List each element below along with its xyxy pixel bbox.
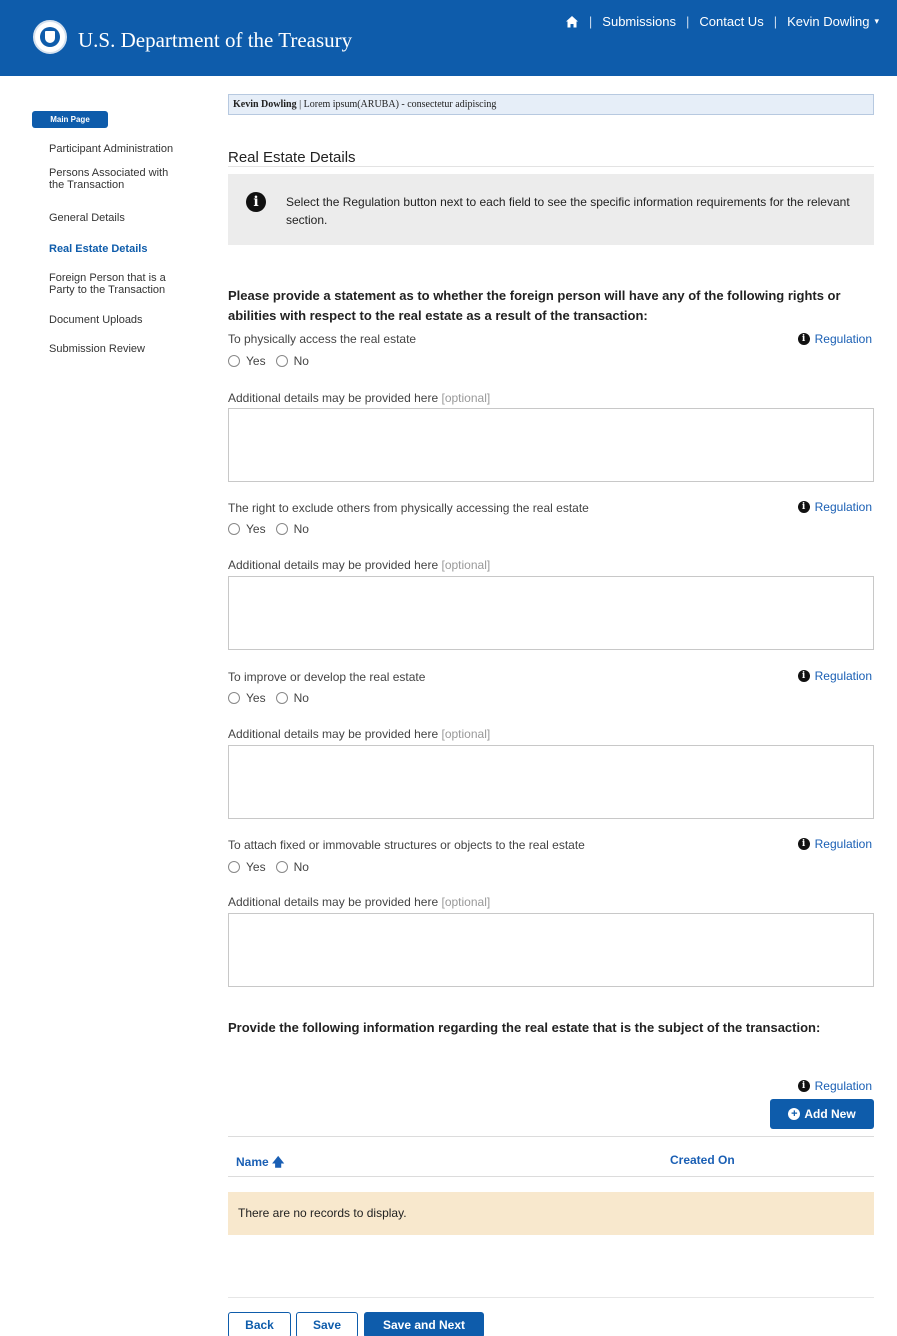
divider bbox=[228, 166, 874, 167]
info-text: Select the Regulation button next to eac… bbox=[286, 195, 850, 227]
statement-heading: Please provide a statement as to whether… bbox=[228, 288, 841, 323]
sidebar-item-submission-review[interactable]: Submission Review bbox=[49, 343, 189, 355]
caret-down-icon[interactable]: ▾ bbox=[874, 16, 879, 27]
page-title: Real Estate Details bbox=[228, 149, 356, 166]
regulation-link[interactable]: i Regulation bbox=[797, 837, 872, 851]
yes-no-radio-group: Yes No bbox=[228, 354, 319, 368]
top-header: U.S. Department of the Treasury | Submis… bbox=[0, 0, 897, 76]
arrow-up-icon: 🡅 bbox=[272, 1155, 285, 1169]
regulation-link[interactable]: i Regulation bbox=[797, 1079, 872, 1093]
nav-contact-us[interactable]: Contact Us bbox=[699, 14, 763, 29]
main-page-button[interactable]: Main Page bbox=[32, 111, 108, 128]
info-icon: i bbox=[797, 670, 810, 682]
additional-details-label: Additional details may be provided here … bbox=[228, 895, 491, 909]
additional-details-textarea[interactable] bbox=[228, 913, 874, 987]
info-callout: i Select the Regulation button next to e… bbox=[228, 174, 874, 245]
back-button[interactable]: Back bbox=[228, 1312, 291, 1336]
column-header-name[interactable]: Name 🡅 bbox=[236, 1153, 284, 1174]
info-icon: i bbox=[797, 1080, 810, 1092]
radio-yes[interactable] bbox=[228, 355, 240, 367]
radio-no[interactable] bbox=[275, 692, 288, 704]
breadcrumb-user: Kevin Dowling bbox=[233, 99, 297, 110]
additional-details-textarea[interactable] bbox=[228, 576, 874, 650]
info-icon: i bbox=[246, 192, 266, 212]
column-header-created-on[interactable]: Created On bbox=[670, 1153, 735, 1167]
regulation-link[interactable]: i Regulation bbox=[797, 669, 872, 683]
info-icon: i bbox=[797, 333, 810, 345]
divider bbox=[228, 1176, 874, 1177]
save-and-next-button[interactable]: Save and Next bbox=[364, 1312, 484, 1336]
regulation-link[interactable]: i Regulation bbox=[797, 500, 872, 514]
top-navigation: | Submissions | Contact Us | Kevin Dowli… bbox=[565, 14, 879, 29]
radio-no[interactable] bbox=[275, 861, 288, 873]
sidebar-item-document-uploads[interactable]: Document Uploads bbox=[49, 314, 189, 326]
regulation-link[interactable]: i Regulation bbox=[797, 332, 872, 346]
brand-title[interactable]: U.S. Department of the Treasury bbox=[78, 28, 352, 53]
add-new-button[interactable]: + Add New bbox=[770, 1099, 874, 1129]
yes-no-radio-group: Yes No bbox=[228, 691, 319, 705]
info-icon: i bbox=[797, 501, 810, 513]
question-label: To attach fixed or immovable structures … bbox=[228, 838, 585, 852]
treasury-seal-logo bbox=[33, 20, 67, 54]
yes-no-radio-group: Yes No bbox=[228, 860, 319, 874]
empty-table-message: There are no records to display. bbox=[228, 1192, 874, 1235]
info-icon: i bbox=[797, 838, 810, 850]
question-label: To improve or develop the real estate bbox=[228, 670, 426, 684]
breadcrumb-text: | Lorem ipsum(ARUBA) - consectetur adipi… bbox=[296, 99, 497, 110]
sidebar-item-foreign-person[interactable]: Foreign Person that is a Party to the Tr… bbox=[49, 272, 177, 296]
radio-no[interactable] bbox=[275, 523, 288, 535]
additional-details-textarea[interactable] bbox=[228, 408, 874, 482]
additional-details-textarea[interactable] bbox=[228, 745, 874, 819]
divider bbox=[228, 1136, 874, 1137]
user-menu[interactable]: Kevin Dowling bbox=[787, 14, 869, 29]
info-heading: Provide the following information regard… bbox=[228, 1020, 821, 1035]
home-icon[interactable] bbox=[565, 15, 579, 29]
additional-details-label: Additional details may be provided here … bbox=[228, 558, 491, 572]
save-button[interactable]: Save bbox=[296, 1312, 358, 1336]
radio-yes[interactable] bbox=[228, 523, 240, 535]
sidebar-item-persons-associated[interactable]: Persons Associated with the Transaction bbox=[49, 167, 177, 191]
plus-circle-icon: + bbox=[788, 1108, 801, 1120]
sidebar-item-participant-administration[interactable]: Participant Administration bbox=[49, 143, 189, 155]
sidebar-item-real-estate-details[interactable]: Real Estate Details bbox=[49, 243, 189, 255]
sidebar-item-general-details[interactable]: General Details bbox=[49, 212, 189, 224]
radio-yes[interactable] bbox=[228, 861, 240, 873]
yes-no-radio-group: Yes No bbox=[228, 522, 319, 536]
divider bbox=[228, 1297, 874, 1298]
question-label: The right to exclude others from physica… bbox=[228, 501, 589, 515]
radio-no[interactable] bbox=[275, 355, 288, 367]
additional-details-label: Additional details may be provided here … bbox=[228, 391, 491, 405]
additional-details-label: Additional details may be provided here … bbox=[228, 727, 491, 741]
context-breadcrumb: Kevin Dowling | Lorem ipsum(ARUBA) - con… bbox=[228, 94, 874, 115]
question-label: To physically access the real estate bbox=[228, 332, 417, 346]
nav-submissions[interactable]: Submissions bbox=[602, 14, 676, 29]
radio-yes[interactable] bbox=[228, 692, 240, 704]
